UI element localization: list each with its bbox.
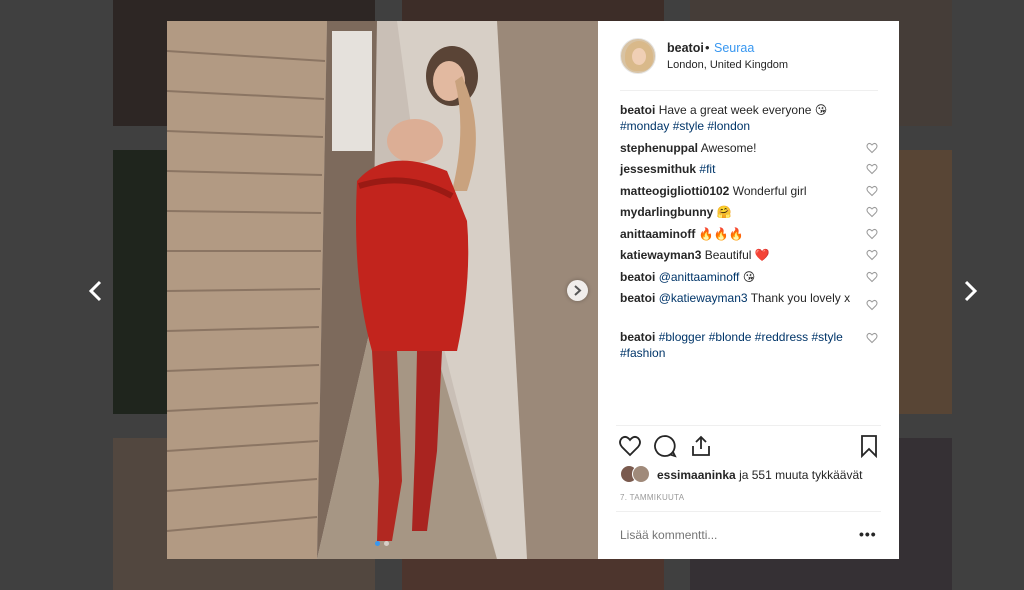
comment-text: Have a great week everyone 😘 bbox=[658, 103, 828, 117]
comment-username[interactable]: mydarlingbunny bbox=[620, 205, 713, 219]
liker-username[interactable]: essimaaninka bbox=[657, 468, 736, 482]
comment-hashtags[interactable]: #monday #style #london bbox=[620, 119, 750, 133]
heart-icon[interactable] bbox=[866, 228, 878, 240]
carousel-dots bbox=[375, 541, 389, 546]
post-actions bbox=[616, 425, 881, 465]
more-options-button[interactable]: ••• bbox=[859, 526, 877, 542]
header-divider bbox=[620, 90, 878, 91]
avatar[interactable] bbox=[620, 38, 656, 74]
heart-icon[interactable] bbox=[866, 142, 878, 154]
chevron-right-icon[interactable] bbox=[955, 276, 985, 306]
likes-text: essimaaninka ja 551 muuta tykkäävät bbox=[657, 468, 862, 482]
comment: anittaaminoff 🔥🔥🔥 bbox=[620, 226, 882, 247]
comment-text: Beautiful ❤️ bbox=[704, 248, 770, 262]
photo-illustration bbox=[167, 21, 598, 559]
carousel-dot-active[interactable] bbox=[375, 541, 380, 546]
chevron-left-icon[interactable] bbox=[81, 276, 111, 306]
carousel-next-button[interactable] bbox=[567, 280, 588, 301]
comment-username[interactable]: anittaaminoff bbox=[620, 227, 695, 241]
heart-icon[interactable] bbox=[866, 299, 878, 311]
comment-username[interactable]: beatoi bbox=[620, 103, 655, 117]
heart-icon[interactable] bbox=[866, 332, 878, 344]
post-username[interactable]: beatoi bbox=[667, 41, 704, 55]
comment-username[interactable]: beatoi bbox=[620, 291, 655, 305]
post-modal: beatoi • Seuraa London, United Kingdom b… bbox=[167, 21, 899, 559]
comment: jessesmithuk #fit bbox=[620, 161, 882, 183]
comment: mydarlingbunny 🤗 bbox=[620, 204, 882, 226]
post-sidebar: beatoi • Seuraa London, United Kingdom b… bbox=[598, 21, 899, 559]
chevron-right-icon bbox=[574, 285, 582, 296]
avatar[interactable] bbox=[632, 465, 650, 483]
comment-text: Wonderful girl bbox=[732, 184, 807, 198]
heart-icon[interactable] bbox=[866, 163, 878, 175]
comment-mention[interactable]: @katiewayman3 bbox=[659, 291, 748, 305]
comment-hashtags[interactable]: #fit bbox=[699, 162, 715, 176]
comment-mention[interactable]: @anittaaminoff bbox=[659, 270, 740, 284]
carousel-dot[interactable] bbox=[384, 541, 389, 546]
comment-username[interactable]: stephenuppal bbox=[620, 141, 698, 155]
post-photo[interactable] bbox=[167, 21, 598, 559]
likes-count-text[interactable]: ja 551 muuta tykkäävät bbox=[739, 468, 862, 482]
comment-icon[interactable] bbox=[653, 434, 677, 458]
heart-icon[interactable] bbox=[866, 249, 878, 261]
share-icon[interactable] bbox=[689, 434, 713, 458]
heart-icon[interactable] bbox=[618, 434, 642, 458]
heart-icon[interactable] bbox=[866, 271, 878, 283]
comment-username[interactable]: beatoi bbox=[620, 330, 655, 344]
comment-text: Thank you lovely x bbox=[750, 291, 851, 305]
comment: stephenuppal Awesome! bbox=[620, 140, 882, 161]
comment-username[interactable]: beatoi bbox=[620, 270, 655, 284]
comments-list: beatoi Have a great week everyone 😘 #mon… bbox=[620, 102, 882, 367]
add-comment-input[interactable] bbox=[620, 528, 820, 542]
bookmark-icon[interactable] bbox=[857, 434, 881, 459]
comment-text: 🤗 bbox=[716, 205, 732, 219]
comment-username[interactable]: katiewayman3 bbox=[620, 248, 701, 262]
post-date[interactable]: 7. TAMMIKUUTA bbox=[620, 493, 684, 502]
comment-divider bbox=[616, 511, 881, 512]
heart-icon[interactable] bbox=[866, 185, 878, 197]
comment-username[interactable]: jessesmithuk bbox=[620, 162, 696, 176]
comment: matteogigliotti0102 Wonderful girl bbox=[620, 183, 882, 204]
comment-text: 🔥🔥🔥 bbox=[698, 227, 744, 241]
post-location[interactable]: London, United Kingdom bbox=[667, 59, 788, 71]
likes-row: essimaaninka ja 551 muuta tykkäävät bbox=[620, 465, 882, 485]
comment: beatoi @katiewayman3 Thank you lovely x bbox=[620, 290, 882, 329]
comment-caption: beatoi Have a great week everyone 😘 #mon… bbox=[620, 102, 882, 140]
comment-text: 😘 bbox=[742, 270, 756, 284]
heart-icon[interactable] bbox=[866, 206, 878, 218]
post-header: beatoi • Seuraa London, United Kingdom bbox=[598, 21, 899, 91]
comment: beatoi #blogger #blonde #reddress #style… bbox=[620, 329, 882, 367]
comment-username[interactable]: matteogigliotti0102 bbox=[620, 184, 729, 198]
follow-button[interactable]: Seuraa bbox=[714, 41, 754, 55]
comment-text: Awesome! bbox=[700, 141, 757, 155]
comment: katiewayman3 Beautiful ❤️ bbox=[620, 247, 882, 269]
header-separator: • bbox=[705, 40, 710, 55]
comment: beatoi @anittaaminoff 😘 bbox=[620, 269, 882, 290]
